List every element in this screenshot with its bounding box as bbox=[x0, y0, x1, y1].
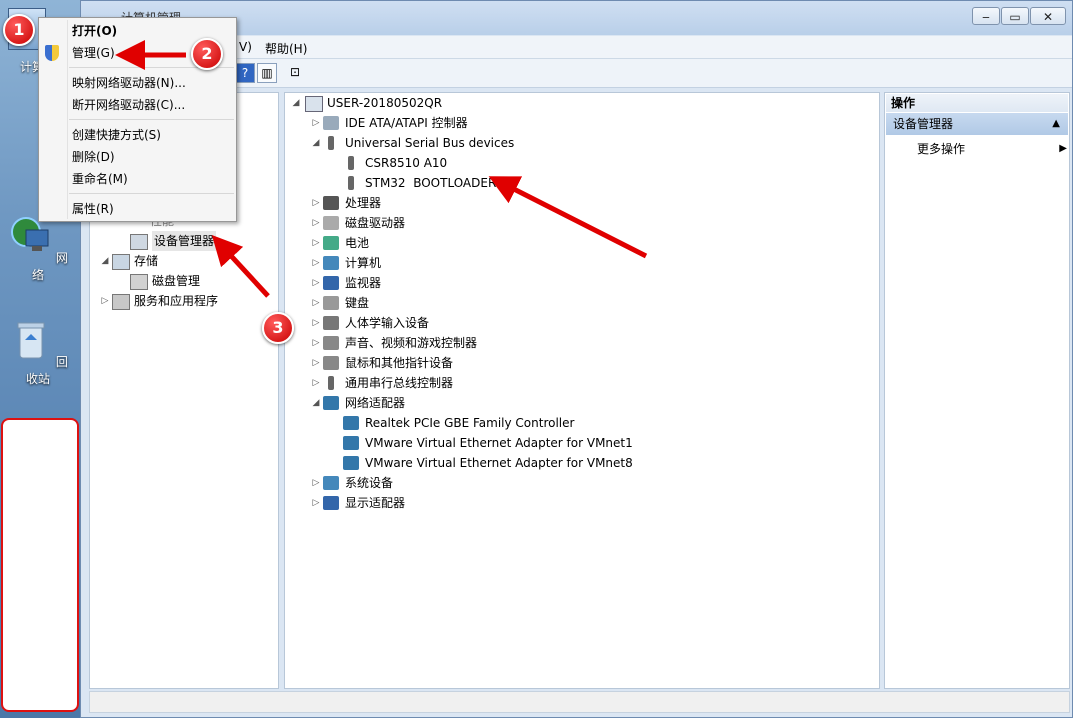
usb-device-icon bbox=[348, 156, 354, 170]
highlight-box bbox=[1, 418, 79, 712]
menu-item-rename[interactable]: 重命名(M) bbox=[39, 168, 236, 190]
network-card-icon bbox=[343, 416, 359, 430]
network-card-icon bbox=[343, 436, 359, 450]
device-tree-label: CSR8510 A10 bbox=[365, 156, 448, 170]
expand-arrow-icon[interactable]: ▷ bbox=[311, 213, 321, 233]
maximize-button[interactable]: ▭ bbox=[1001, 7, 1029, 25]
collapse-arrow-icon[interactable]: ◢ bbox=[311, 393, 321, 413]
menu-item-disconnect-drive[interactable]: 断开网络驱动器(C)... bbox=[39, 94, 236, 116]
step-badge-2: 2 bbox=[191, 38, 223, 70]
mouse-icon bbox=[323, 356, 339, 370]
device-tree-label: Universal Serial Bus devices bbox=[345, 136, 515, 150]
device-tree-label: 键盘 bbox=[345, 296, 370, 310]
expand-arrow-icon[interactable]: ▷ bbox=[311, 293, 321, 313]
device-tree-label: IDE ATA/ATAPI 控制器 bbox=[345, 116, 468, 130]
device-tree-label: 网络适配器 bbox=[345, 396, 406, 410]
keyboard-icon bbox=[323, 296, 339, 310]
close-button[interactable]: ✕ bbox=[1030, 7, 1066, 25]
ide-controller-icon bbox=[323, 116, 339, 130]
status-bar bbox=[89, 691, 1070, 713]
collapse-up-icon[interactable]: ▲ bbox=[1052, 113, 1060, 135]
collapse-arrow-icon[interactable]: ◢ bbox=[100, 251, 110, 271]
collapse-arrow-icon[interactable]: ◢ bbox=[291, 93, 301, 113]
expand-arrow-icon[interactable]: ▷ bbox=[311, 193, 321, 213]
expand-arrow-icon[interactable]: ▷ bbox=[311, 313, 321, 333]
actions-device-manager[interactable]: 设备管理器 ▲ bbox=[886, 113, 1068, 135]
expand-arrow-icon[interactable]: ▷ bbox=[311, 333, 321, 353]
desktop-icon-recycle-bin[interactable]: 回收站 bbox=[6, 318, 70, 387]
usb-controller-icon bbox=[328, 376, 334, 390]
usb-icon bbox=[328, 136, 334, 150]
device-manager-icon bbox=[130, 234, 148, 250]
battery-icon bbox=[323, 236, 339, 250]
menu-item-create-shortcut[interactable]: 创建快捷方式(S) bbox=[39, 124, 236, 146]
computer-icon bbox=[323, 256, 339, 270]
hid-icon bbox=[323, 316, 339, 330]
device-tree-label: 通用串行总线控制器 bbox=[345, 376, 454, 390]
expand-arrow-icon[interactable]: ▷ bbox=[311, 253, 321, 273]
step-badge-1: 1 bbox=[3, 14, 35, 46]
desktop-icon-network[interactable]: 网络 bbox=[6, 214, 70, 283]
device-tree: ◢ USER-20180502QR ▷ IDE ATA/ATAPI 控制器 ◢ Uni… bbox=[284, 92, 880, 689]
storage-icon bbox=[112, 254, 130, 270]
device-tree-label: 监视器 bbox=[345, 276, 382, 290]
services-icon bbox=[112, 294, 130, 310]
collapse-arrow-icon[interactable]: ◢ bbox=[311, 133, 321, 153]
device-tree-label: 计算机 bbox=[345, 256, 382, 270]
help-icon[interactable]: ? bbox=[235, 63, 255, 83]
expand-arrow-icon[interactable]: ▷ bbox=[311, 493, 321, 513]
menu-view[interactable]: V) bbox=[239, 40, 252, 54]
scan-hardware-icon[interactable]: ⊡ bbox=[285, 63, 305, 83]
device-tree-label: VMware Virtual Ethernet Adapter for VMne… bbox=[365, 456, 633, 470]
expand-arrow-icon[interactable]: ▷ bbox=[100, 291, 110, 311]
device-tree-label: 磁盘驱动器 bbox=[345, 216, 406, 230]
display-adapter-icon bbox=[323, 496, 339, 510]
device-tree-label: 人体学输入设备 bbox=[345, 316, 430, 330]
chevron-right-icon: ▶ bbox=[1059, 143, 1067, 154]
computer-root-icon bbox=[305, 96, 323, 112]
expand-arrow-icon[interactable]: ▷ bbox=[311, 473, 321, 493]
menu-separator bbox=[69, 119, 234, 120]
recycle-bin-icon bbox=[17, 322, 45, 359]
device-tree-label: 系统设备 bbox=[345, 476, 394, 490]
expand-arrow-icon[interactable]: ▷ bbox=[311, 353, 321, 373]
disk-drive-icon bbox=[323, 216, 339, 230]
device-tree-label: 鼠标和其他指针设备 bbox=[345, 356, 454, 370]
network-card-icon bbox=[343, 456, 359, 470]
minimize-button[interactable]: ‒ bbox=[972, 7, 1000, 25]
menu-item-map-drive[interactable]: 映射网络驱动器(N)... bbox=[39, 72, 236, 94]
expand-arrow-icon[interactable]: ▷ bbox=[311, 273, 321, 293]
menu-item-delete[interactable]: 删除(D) bbox=[39, 146, 236, 168]
system-device-icon bbox=[323, 476, 339, 490]
device-tree-label: 电池 bbox=[345, 236, 370, 250]
monitor-icon bbox=[323, 276, 339, 290]
show-hide-pane-icon[interactable]: ▥ bbox=[257, 63, 277, 83]
actions-header: 操作 bbox=[886, 94, 1068, 112]
menu-separator bbox=[69, 193, 234, 194]
uac-shield-icon bbox=[45, 45, 59, 61]
expand-arrow-icon[interactable]: ▷ bbox=[311, 233, 321, 253]
audio-icon bbox=[323, 336, 339, 350]
step-badge-3: 3 bbox=[262, 312, 294, 344]
actions-pane: 操作 设备管理器 ▲ 更多操作 ▶ bbox=[884, 92, 1070, 689]
processor-icon bbox=[323, 196, 339, 210]
device-tree-label: VMware Virtual Ethernet Adapter for VMne… bbox=[365, 436, 633, 450]
menu-help[interactable]: 帮助(H) bbox=[265, 40, 307, 57]
device-tree-label: 显示适配器 bbox=[345, 496, 406, 510]
more-actions[interactable]: 更多操作 ▶ bbox=[917, 139, 1067, 159]
menu-item-properties[interactable]: 属性(R) bbox=[39, 198, 236, 220]
usb-device-icon bbox=[348, 176, 354, 190]
expand-arrow-icon[interactable]: ▷ bbox=[311, 113, 321, 133]
network-adapter-icon bbox=[323, 396, 339, 410]
expand-arrow-icon[interactable]: ▷ bbox=[311, 373, 321, 393]
device-tree-label: STM32 BOOTLOADER bbox=[365, 176, 497, 190]
disk-icon bbox=[130, 274, 148, 290]
device-tree-label: 声音、视频和游戏控制器 bbox=[345, 336, 478, 350]
device-tree-label: 处理器 bbox=[345, 196, 382, 210]
device-tree-label: Realtek PCIe GBE Family Controller bbox=[365, 416, 575, 430]
